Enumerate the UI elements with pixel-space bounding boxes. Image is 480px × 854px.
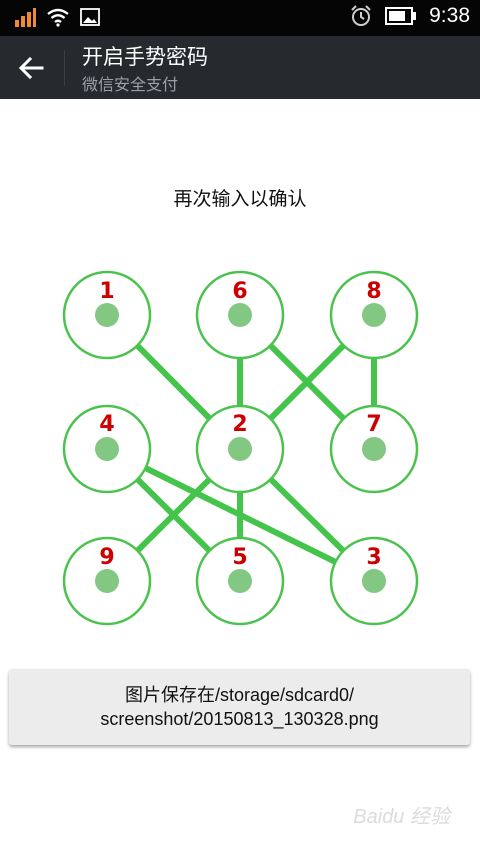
pattern-node-label: 4 xyxy=(99,412,114,437)
pattern-node-label: 5 xyxy=(232,545,247,570)
pattern-node-label: 7 xyxy=(366,412,381,437)
pattern-node[interactable]: 5 xyxy=(195,536,285,626)
pattern-node[interactable]: 6 xyxy=(195,270,285,360)
pattern-node[interactable]: 1 xyxy=(62,270,152,360)
pattern-node[interactable]: 8 xyxy=(329,270,419,360)
pattern-node[interactable]: 9 xyxy=(62,536,152,626)
pattern-node[interactable]: 2 xyxy=(195,404,285,494)
pattern-node-label: 6 xyxy=(232,279,247,304)
pattern-node-label: 3 xyxy=(366,545,381,570)
pattern-node[interactable]: 3 xyxy=(329,536,419,626)
pattern-node[interactable]: 7 xyxy=(329,404,419,494)
pattern-node-label: 1 xyxy=(99,279,114,304)
pattern-node-label: 2 xyxy=(232,412,247,437)
screenshot-saved-toast: 图片保存在/storage/sdcard0/ screenshot/201508… xyxy=(9,669,470,745)
baidu-watermark: Baidu 经验 xyxy=(353,806,450,828)
toast-line-2: screenshot/20150813_130328.png xyxy=(100,709,379,729)
pattern-node-label: 8 xyxy=(366,279,381,304)
toast-line-1: 图片保存在/storage/sdcard0/ xyxy=(124,685,355,705)
pattern-node-label: 9 xyxy=(99,545,114,570)
pattern-node[interactable]: 4 xyxy=(62,404,152,494)
